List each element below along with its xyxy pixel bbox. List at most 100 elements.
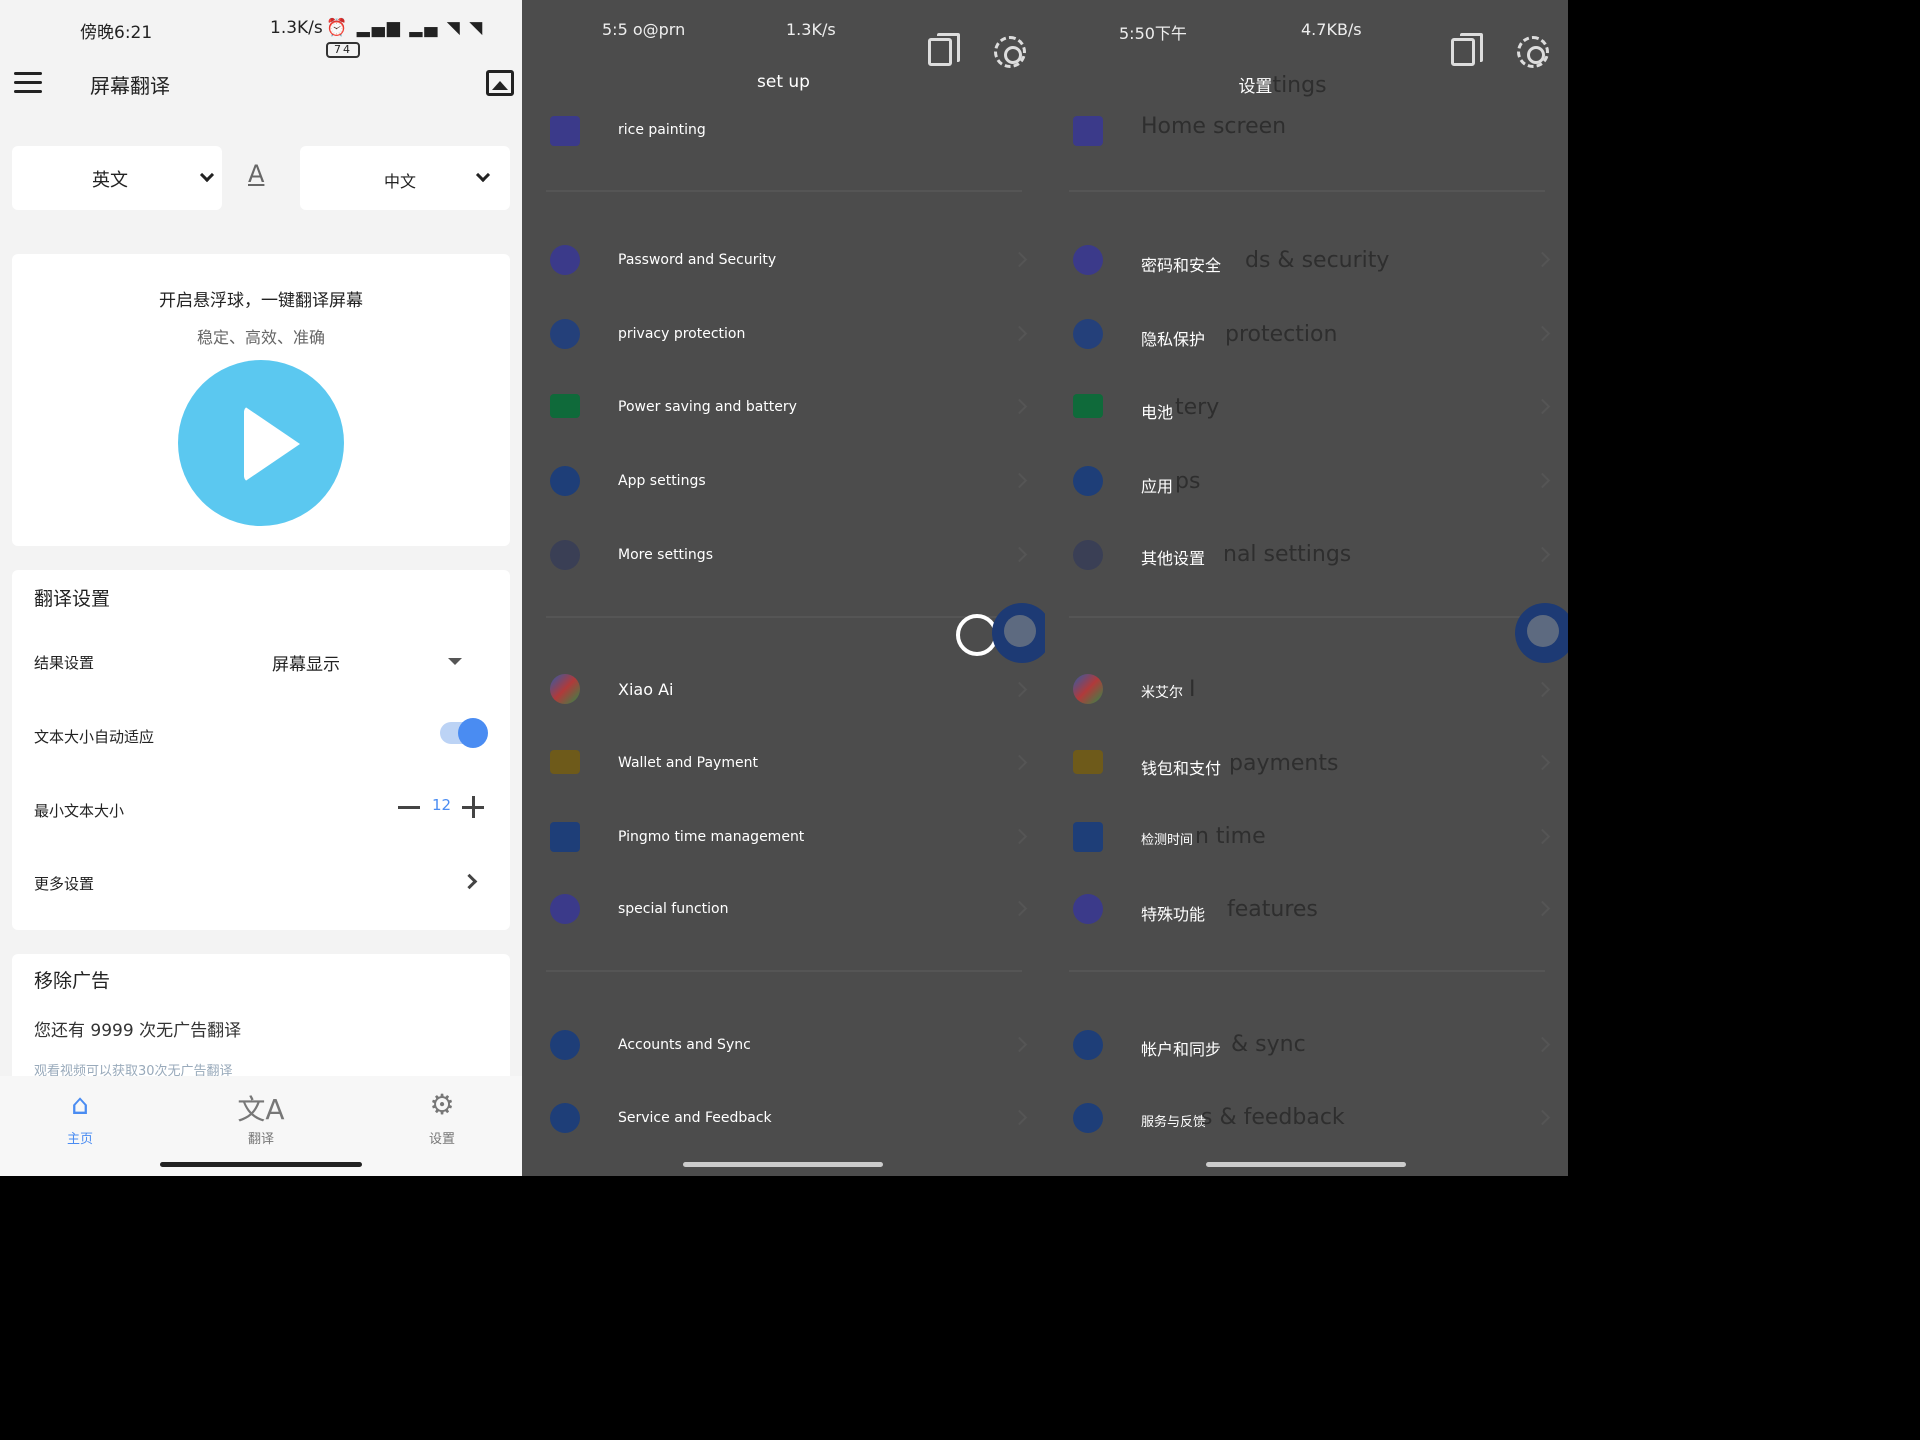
start-floating-ball-button[interactable] xyxy=(178,360,344,526)
battery-icon: 74 xyxy=(326,42,360,58)
special-feature-icon xyxy=(550,894,580,924)
row-ghost[interactable]: Home screen xyxy=(1141,114,1286,139)
row-ghost: I xyxy=(1189,677,1196,702)
help-icon xyxy=(1073,1103,1103,1133)
floating-ball-icon[interactable] xyxy=(1515,603,1568,663)
autosize-toggle[interactable] xyxy=(440,718,488,748)
status-icons: ⏰ ▂▄▆ ▂▄ ◥ ◥ 74 xyxy=(326,18,485,58)
row-ghost: ps xyxy=(1175,469,1201,494)
special-feature-icon xyxy=(1073,894,1103,924)
nav-settings-label: 设置 xyxy=(428,1132,455,1147)
row-label[interactable]: App settings xyxy=(618,473,706,489)
row-label[interactable]: 帐户和同步 xyxy=(1141,1036,1221,1060)
chevron-down-icon xyxy=(199,167,215,183)
row-label[interactable]: 密码和安全 xyxy=(1141,252,1221,276)
row-label[interactable]: 检测时间 xyxy=(1141,829,1193,848)
target-language-select[interactable]: 中文 xyxy=(300,146,510,210)
row-label[interactable]: Xiao Ai xyxy=(618,680,673,699)
more-settings-label[interactable]: 更多设置 xyxy=(34,873,94,894)
row-label[interactable]: 服务与反馈 xyxy=(1141,1111,1206,1130)
row-label[interactable]: privacy protection xyxy=(618,326,745,342)
chevron-right-icon xyxy=(1011,754,1028,771)
row-label[interactable]: 钱包和支付 xyxy=(1141,755,1221,779)
chevron-right-icon xyxy=(1534,1036,1551,1053)
row-label[interactable]: 隐私保护 xyxy=(1141,326,1205,350)
source-language-label: 英文 xyxy=(92,170,128,191)
row-ghost: ds & security xyxy=(1245,248,1390,273)
font-style-icon[interactable]: A xyxy=(248,160,264,188)
remove-ads-title: 移除广告 xyxy=(34,970,111,992)
row-label[interactable]: special function xyxy=(618,901,729,917)
translate-icon: 文A xyxy=(237,1093,285,1126)
row-label[interactable]: Accounts and Sync xyxy=(618,1037,751,1053)
decrease-button[interactable] xyxy=(398,806,420,809)
divider xyxy=(546,616,1022,618)
row-ghost: nal settings xyxy=(1223,542,1352,567)
chevron-right-icon xyxy=(1011,1036,1028,1053)
shield-icon xyxy=(550,319,580,349)
status-network-speed: 4.7KB/s xyxy=(1301,20,1362,39)
home-icon: ⌂ xyxy=(71,1088,89,1121)
chevron-right-icon xyxy=(1534,754,1551,771)
status-time: 5:50下午 xyxy=(1119,24,1187,43)
chevron-right-icon[interactable] xyxy=(461,873,478,890)
row-label[interactable]: Service and Feedback xyxy=(618,1110,772,1126)
min-text-size-label: 最小文本大小 xyxy=(34,802,125,820)
chevron-right-icon xyxy=(1534,900,1551,917)
row-label[interactable]: 特殊功能 xyxy=(1141,901,1205,925)
image-translate-icon[interactable] xyxy=(486,70,514,96)
gear-icon[interactable] xyxy=(1517,36,1549,68)
increase-button[interactable] xyxy=(462,796,484,818)
more-icon xyxy=(550,540,580,570)
row-label[interactable]: More settings xyxy=(618,547,713,563)
row-label[interactable]: 其他设置 xyxy=(1141,545,1205,569)
nav-settings[interactable]: ⚙ 设置 xyxy=(402,1088,482,1147)
gear-icon[interactable] xyxy=(994,36,1026,68)
row-label[interactable]: Power saving and battery xyxy=(618,399,797,415)
nav-translate[interactable]: 文A 翻译 xyxy=(221,1088,301,1147)
screen-time-icon xyxy=(550,822,580,852)
dropdown-arrow-icon[interactable] xyxy=(448,658,462,665)
source-language-select[interactable]: 英文 xyxy=(12,146,222,210)
row-label[interactable]: rice painting xyxy=(618,122,706,138)
battery-icon xyxy=(550,394,580,418)
chevron-right-icon xyxy=(1534,681,1551,698)
row-label[interactable]: Wallet and Payment xyxy=(618,755,758,771)
row-label[interactable]: 电池 xyxy=(1141,399,1173,423)
row-label[interactable]: 应用 xyxy=(1141,473,1173,497)
gesture-bar xyxy=(160,1162,362,1167)
gesture-bar xyxy=(1206,1162,1406,1167)
copy-icon[interactable] xyxy=(1451,33,1483,66)
row-label[interactable]: Password and Security xyxy=(618,252,776,268)
status-time: 傍晚6:21 xyxy=(80,23,153,43)
nav-home-label: 主页 xyxy=(66,1132,93,1147)
settings-overlay-panel-chinese: 5:50下午 4.7KB/s 设置tings Home screen 密码和安全… xyxy=(1045,0,1568,1176)
divider xyxy=(1069,190,1545,192)
menu-icon[interactable] xyxy=(14,72,42,94)
screen-time-icon xyxy=(1073,822,1103,852)
chevron-right-icon xyxy=(1011,251,1028,268)
chevron-right-icon xyxy=(1534,546,1551,563)
nav-translate-label: 翻译 xyxy=(247,1132,274,1147)
chevron-right-icon xyxy=(1011,828,1028,845)
wallet-icon xyxy=(1073,750,1103,774)
chevron-right-icon xyxy=(1534,325,1551,342)
result-setting-dropdown[interactable]: 屏幕显示 xyxy=(272,650,340,675)
floating-ball-icon[interactable] xyxy=(992,603,1045,663)
row-label[interactable]: 米艾尔 xyxy=(1141,682,1183,702)
home-screen-icon xyxy=(1073,116,1103,146)
status-network-speed: 1.3K/s xyxy=(270,18,323,38)
fingerprint-icon xyxy=(550,245,580,275)
chevron-down-icon xyxy=(475,167,491,183)
gear-icon: ⚙ xyxy=(429,1088,455,1121)
row-label[interactable]: Pingmo time management xyxy=(618,829,804,845)
chevron-right-icon xyxy=(1011,325,1028,342)
status-network-speed: 1.3K/s xyxy=(786,20,836,39)
chevron-right-icon xyxy=(1011,398,1028,415)
settings-overlay-panel-english: 5:5 o@prn 1.3K/s set up rice painting Pa… xyxy=(522,0,1045,1176)
nav-home[interactable]: ⌂ 主页 xyxy=(40,1088,120,1147)
settings-section-title: 翻译设置 xyxy=(34,588,111,610)
copy-icon[interactable] xyxy=(928,33,960,66)
screen-title-ghost: tings xyxy=(1272,73,1327,98)
chevron-right-icon xyxy=(1011,546,1028,563)
